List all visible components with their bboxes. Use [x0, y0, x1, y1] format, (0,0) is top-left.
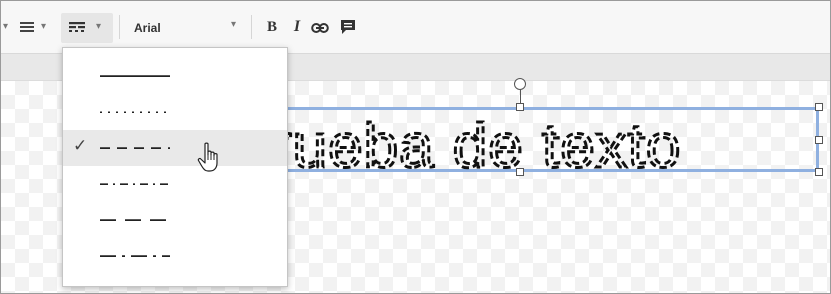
link-icon[interactable]: [310, 18, 330, 38]
rotation-handle[interactable]: [514, 78, 526, 90]
font-family-select[interactable]: Arial: [134, 21, 161, 35]
dash-dot-line-icon: [100, 183, 170, 185]
font-caret-icon[interactable]: ▾: [231, 19, 236, 30]
checkmark-icon: ✓: [73, 136, 88, 155]
align-dropdown-caret-icon[interactable]: ▾: [41, 21, 46, 32]
menu-item-solid[interactable]: [63, 58, 287, 94]
bold-button[interactable]: B: [263, 16, 281, 38]
menu-item-dash-dot[interactable]: [63, 166, 287, 202]
prev-dropdown-caret-icon[interactable]: ▾: [3, 21, 8, 32]
menu-item-long-dash[interactable]: [63, 202, 287, 238]
menu-item-dotted[interactable]: [63, 94, 287, 130]
comment-icon[interactable]: [337, 16, 359, 38]
dotted-line-icon: [100, 111, 170, 113]
solid-line-icon: [100, 75, 170, 77]
menu-item-dashed[interactable]: ✓: [63, 130, 287, 166]
resize-handle-top[interactable]: [516, 103, 524, 111]
italic-button[interactable]: I: [288, 16, 306, 38]
toolbar-separator: [119, 15, 120, 39]
long-dash-line-icon: [100, 219, 170, 221]
wordart-text-content: rueba de texto: [271, 112, 681, 181]
hand-cursor-icon: [197, 142, 218, 172]
long-dash-dot-line-icon: [100, 255, 170, 257]
resize-handle-top-right[interactable]: [815, 103, 823, 111]
resize-handle-right[interactable]: [815, 136, 823, 144]
line-dash-icon[interactable]: [67, 18, 87, 38]
resize-handle-bottom[interactable]: [516, 168, 524, 176]
resize-handle-bottom-right[interactable]: [815, 168, 823, 176]
toolbar-separator: [251, 15, 252, 39]
line-dash-caret-icon[interactable]: ▾: [96, 21, 101, 32]
wordart-text[interactable]: rueba de texto: [271, 101, 831, 182]
line-dash-menu: ✓: [62, 47, 288, 287]
align-icon[interactable]: [17, 17, 37, 37]
editor-window: ▾ ▾ ▾ Arial ▾ B I rueba de texto ✓: [0, 0, 831, 294]
dashed-line-icon: [100, 147, 170, 149]
menu-item-long-dash-dot[interactable]: [63, 238, 287, 274]
